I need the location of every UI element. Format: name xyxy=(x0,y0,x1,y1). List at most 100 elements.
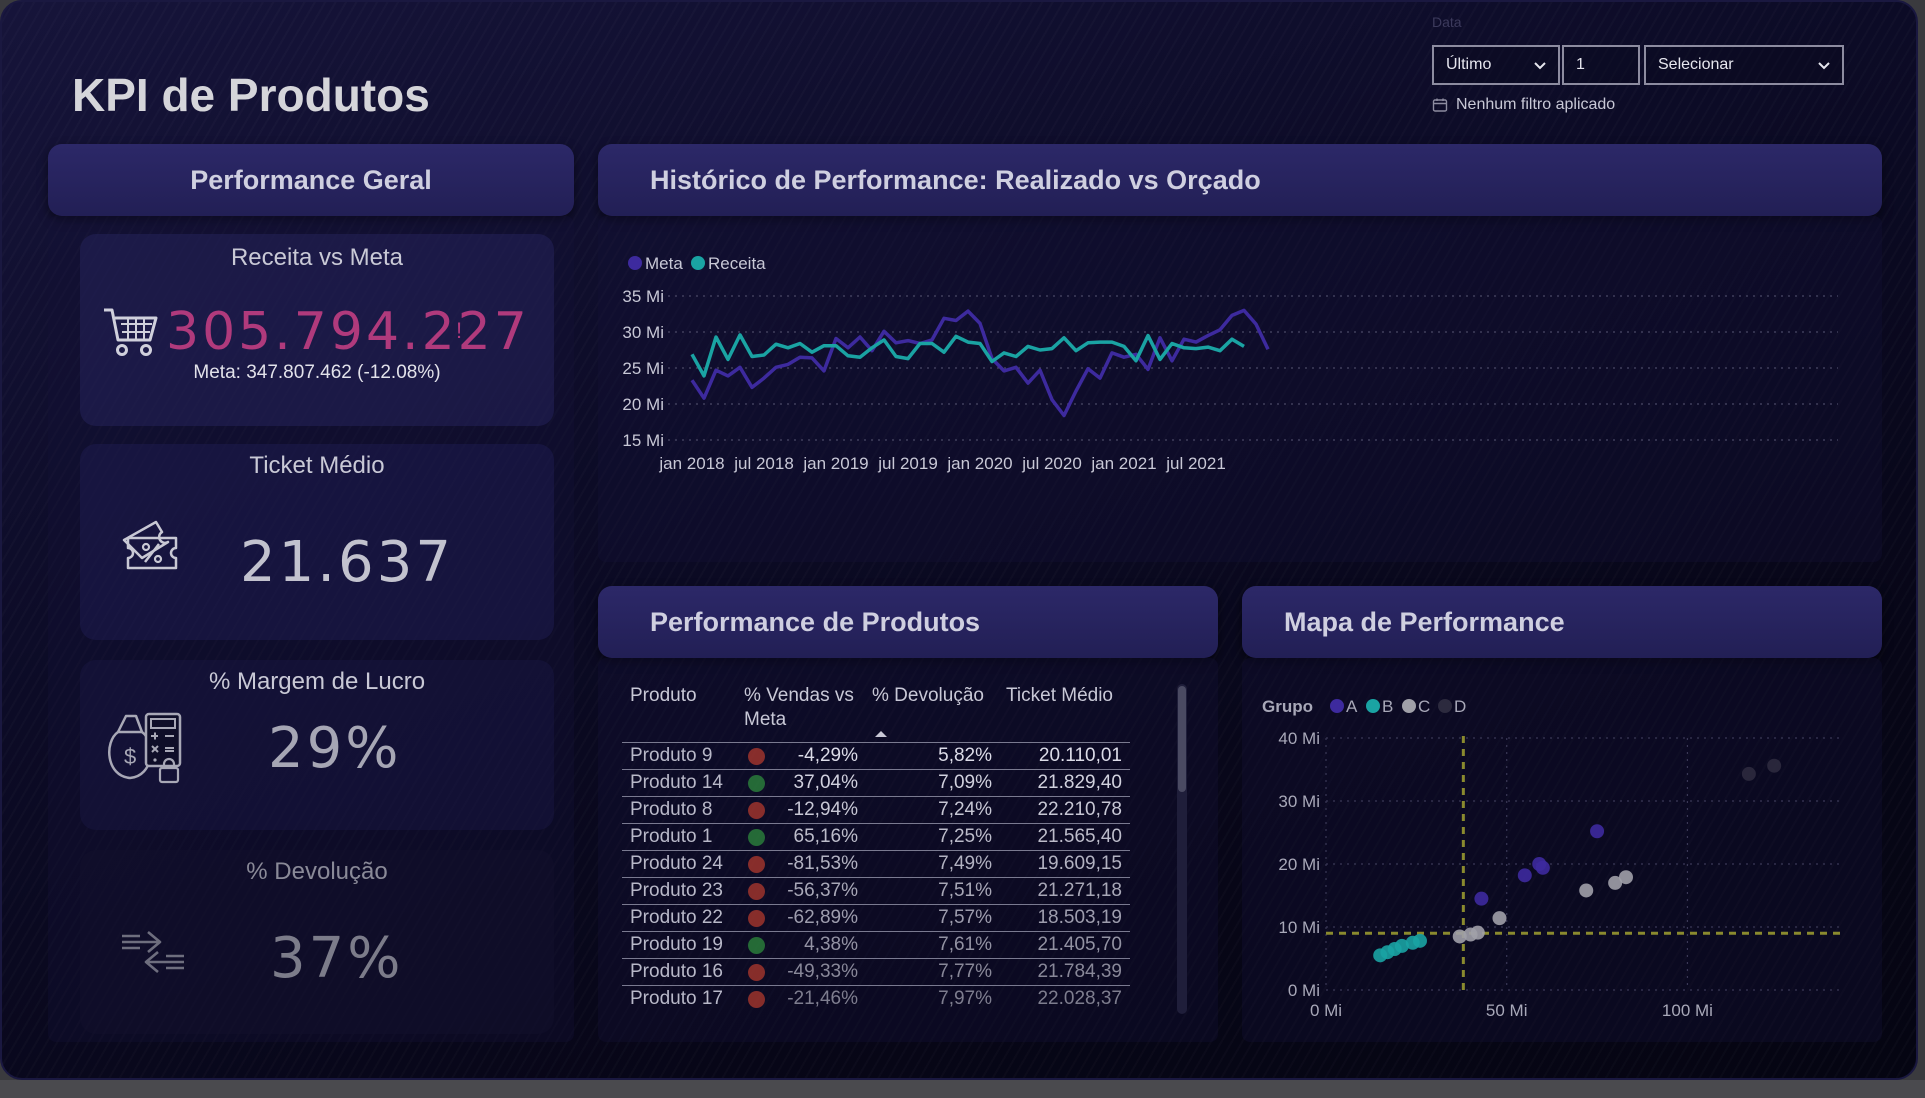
kpi-card-margem[interactable]: % Margem de Lucro $ 29% xyxy=(80,660,554,830)
kpi-card-receita[interactable]: Receita vs Meta 305.794.227 ! Meta: 347.… xyxy=(80,234,554,426)
y-tick-label: 10 Mi xyxy=(1278,918,1320,937)
table-row[interactable]: Produto 24 -81,53% 7,49% 19.609,15 xyxy=(622,850,1130,877)
devolucao-cell: 7,51% xyxy=(938,880,992,901)
y-tick-label: 0 Mi xyxy=(1288,981,1320,1000)
table-row[interactable]: Produto 14 37,04% 7,09% 21.829,40 xyxy=(622,769,1130,796)
filter-mode-value: Último xyxy=(1446,56,1492,73)
scatter-point-b[interactable] xyxy=(1412,933,1427,948)
legend-dot-b[interactable] xyxy=(1366,699,1380,713)
legend-dot-c[interactable] xyxy=(1402,699,1416,713)
scatter-point-a[interactable] xyxy=(1474,891,1489,906)
scatter-point-d[interactable] xyxy=(1741,766,1756,781)
filter-count-value: 1 xyxy=(1576,56,1585,73)
kpi-receita-meta: Meta: 347.807.462 (-12.08%) xyxy=(193,362,441,383)
scatter-point-a[interactable] xyxy=(1590,824,1605,839)
status-indicator-icon xyxy=(748,802,765,819)
col-devolucao-header[interactable]: % Devolução xyxy=(872,684,984,708)
devolucao-cell: 7,24% xyxy=(938,799,992,820)
produtos-header: Performance de Produtos xyxy=(598,586,1218,658)
window-bottom-bar xyxy=(0,1080,1925,1098)
filter-mode-select[interactable]: Último xyxy=(1432,45,1560,85)
produto-cell: Produto 16 xyxy=(630,961,723,982)
dashboard-frame: KPI de Produtos Data Último 1 Selecionar… xyxy=(0,0,1918,1080)
scatter-point-c[interactable] xyxy=(1470,925,1485,940)
table-row[interactable]: Produto 19 4,38% 7,61% 21.405,70 xyxy=(622,931,1130,958)
table-row[interactable]: Produto 9 -4,29% 5,82% 20.110,01 xyxy=(622,742,1130,769)
table-row[interactable]: Produto 16 -49,33% 7,77% 21.784,39 xyxy=(622,958,1130,985)
performance-geral-header: Performance Geral xyxy=(48,144,574,216)
col-vendas-header[interactable]: % Vendas vs Meta xyxy=(744,684,864,732)
scatter-point-a[interactable] xyxy=(1535,860,1550,875)
table-row[interactable]: Produto 8 -12,94% 7,24% 22.210,78 xyxy=(622,796,1130,823)
legend-label-d[interactable]: D xyxy=(1454,697,1466,716)
line-chart-series xyxy=(690,308,1270,418)
mapa-title: Mapa de Performance xyxy=(1284,606,1565,637)
chevron-down-icon xyxy=(1818,62,1830,70)
vendas-cell: -62,89% xyxy=(787,907,858,928)
scatter-point-d[interactable] xyxy=(1767,758,1782,773)
legend-label-b[interactable]: B xyxy=(1382,697,1393,716)
series-line-meta[interactable] xyxy=(690,308,1270,418)
line-chart-grid xyxy=(668,295,1838,441)
x-tick-label: 0 Mi xyxy=(1310,1001,1342,1020)
kpi-ticket-title: Ticket Médio xyxy=(249,452,385,479)
table-row[interactable]: Produto 17 -21,46% 7,97% 22.028,37 xyxy=(622,985,1130,1012)
y-tick-label: 25 Mi xyxy=(622,359,664,378)
sort-ascending-icon[interactable] xyxy=(874,730,888,738)
ticket-cell: 18.503,19 xyxy=(1037,907,1122,928)
ticket-cell: 21.784,39 xyxy=(1037,961,1122,982)
scatter-point-c[interactable] xyxy=(1579,883,1594,898)
produto-cell: Produto 8 xyxy=(630,799,713,820)
kpi-margem-value: 29% xyxy=(268,716,402,781)
y-tick-label: 40 Mi xyxy=(1278,729,1320,748)
legend-label-c[interactable]: C xyxy=(1418,697,1430,716)
ticket-cell: 21.405,70 xyxy=(1037,934,1122,955)
mapa-scatter-chart[interactable]: Grupo A B C D 40 Mi 30 Mi 20 Mi 10 Mi 0 Mi0 Mi 50… xyxy=(1242,682,1882,1042)
table-scrollbar-thumb[interactable] xyxy=(1178,686,1186,792)
devolucao-cell: 5,82% xyxy=(938,745,992,766)
produto-cell: Produto 9 xyxy=(630,745,713,766)
vendas-cell: -4,29% xyxy=(797,745,858,766)
col-ticket-header[interactable]: Ticket Médio xyxy=(1006,684,1113,708)
filter-status: Nenhum filtro aplicado xyxy=(1432,96,1615,114)
col-produto-header[interactable]: Produto xyxy=(630,684,697,708)
x-tick-label: jul 2018 xyxy=(733,454,794,473)
table-row[interactable]: Produto 22 -62,89% 7,57% 18.503,19 xyxy=(622,904,1130,931)
legend-label-meta[interactable]: Meta xyxy=(645,254,683,273)
kpi-margem-title: % Margem de Lucro xyxy=(208,668,426,695)
y-tick-label: 30 Mi xyxy=(1278,792,1320,811)
status-indicator-icon xyxy=(748,775,765,792)
vendas-cell: -12,94% xyxy=(787,799,858,820)
legend-dot-d[interactable] xyxy=(1438,699,1452,713)
scatter-point-c[interactable] xyxy=(1618,870,1633,885)
mapa-header: Mapa de Performance xyxy=(1242,586,1882,658)
table-row[interactable]: Produto 1 65,16% 7,25% 21.565,40 xyxy=(622,823,1130,850)
historico-line-chart[interactable]: Meta Receita 35 Mi 30 Mi 25 Mi 20 Mi 15 Mi ja… xyxy=(598,242,1882,562)
x-tick-label: 50 Mi xyxy=(1486,1001,1528,1020)
money-bag-calculator-icon: $ xyxy=(108,712,182,784)
kpi-card-ticket[interactable]: Ticket Médio 21.637 xyxy=(80,444,554,640)
line-chart-x-axis: jan 2018 jul 2018 jan 2019 jul 2019 jan 2020… xyxy=(658,454,1225,473)
legend-label-a[interactable]: A xyxy=(1346,697,1358,716)
kpi-receita-value: 305.794.227 xyxy=(166,302,530,362)
filter-unit-value: Selecionar xyxy=(1658,56,1734,73)
filter-unit-select[interactable]: Selecionar xyxy=(1644,45,1844,85)
filter-count-input[interactable]: 1 xyxy=(1562,45,1640,85)
discount-ticket-icon xyxy=(122,520,178,570)
performance-geral-title: Performance Geral xyxy=(190,164,432,195)
vendas-cell: -21,46% xyxy=(787,988,858,1009)
table-row[interactable]: Produto 23 -56,37% 7,51% 21.271,18 xyxy=(622,877,1130,904)
x-tick-label: jul 2020 xyxy=(1021,454,1082,473)
devolucao-cell: 7,57% xyxy=(938,907,992,928)
scatter-point-a[interactable] xyxy=(1517,868,1532,883)
devolucao-cell: 7,97% xyxy=(938,988,992,1009)
legend-dot-meta[interactable] xyxy=(628,256,642,270)
kpi-card-devolucao[interactable]: % Devolução 37% xyxy=(80,850,554,1034)
legend-label-receita[interactable]: Receita xyxy=(708,254,766,273)
legend-dot-receita[interactable] xyxy=(691,256,705,270)
scatter-point-c[interactable] xyxy=(1492,911,1507,926)
status-indicator-icon xyxy=(748,964,765,981)
ticket-cell: 21.565,40 xyxy=(1037,826,1122,847)
devolucao-cell: 7,77% xyxy=(938,961,992,982)
legend-dot-a[interactable] xyxy=(1330,699,1344,713)
